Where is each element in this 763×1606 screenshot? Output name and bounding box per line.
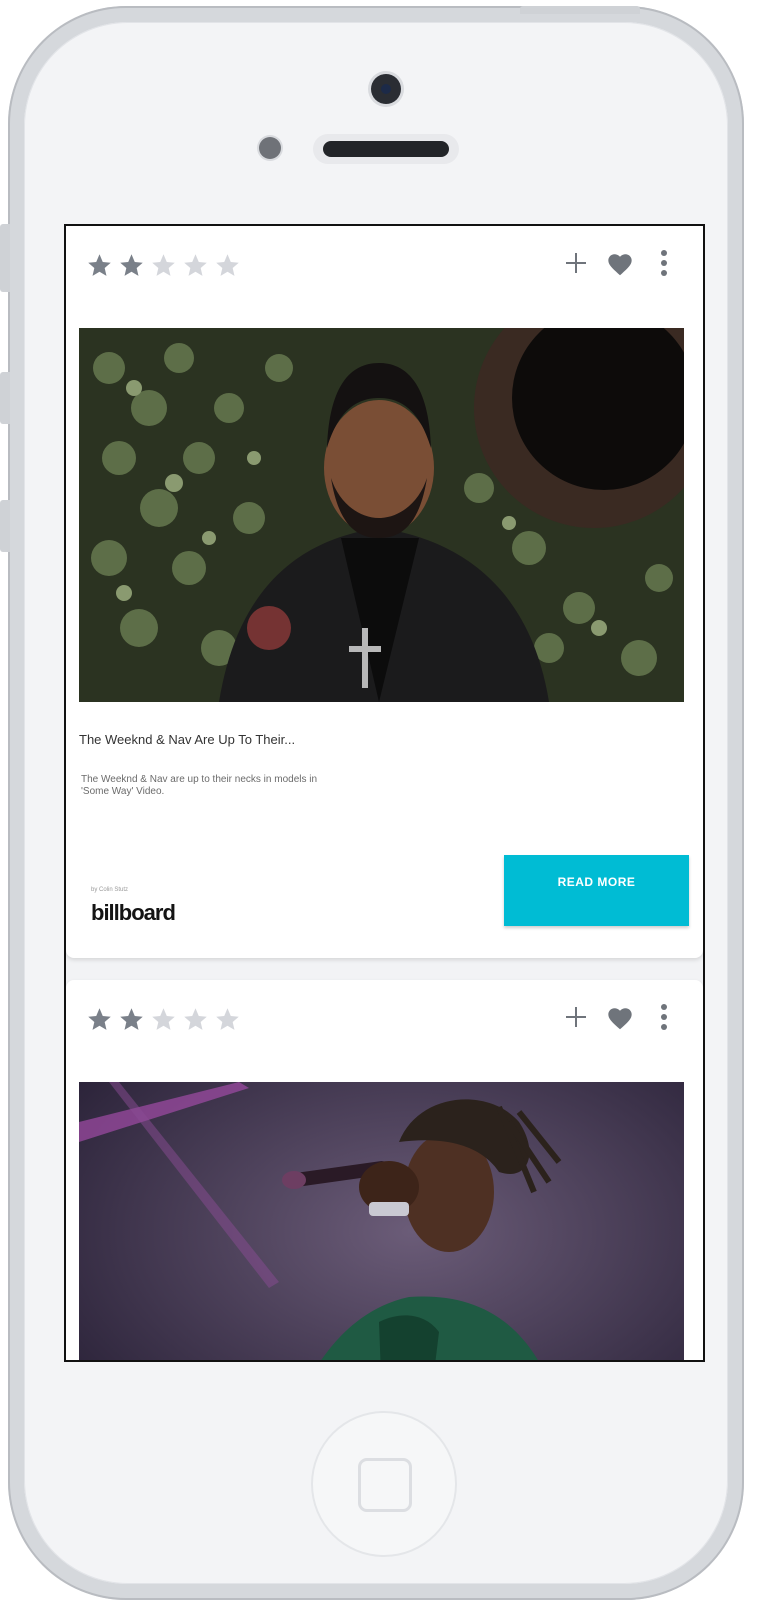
star-icon[interactable] [182, 1006, 209, 1033]
front-camera [371, 74, 401, 104]
article-byline: by Colin Stutz [91, 887, 129, 893]
favorite-button[interactable] [605, 1002, 635, 1032]
article-description: The Weeknd & Nav are up to their necks i… [81, 774, 318, 797]
more-vertical-icon [661, 1004, 667, 1030]
volume-down-button [0, 500, 10, 552]
more-options-button[interactable] [649, 248, 679, 278]
heart-icon [608, 254, 632, 276]
star-icon[interactable] [86, 1006, 113, 1033]
heart-icon [608, 1008, 632, 1030]
star-rating[interactable] [86, 252, 241, 279]
star-rating[interactable] [86, 1006, 241, 1033]
earpiece-speaker [313, 134, 459, 164]
more-options-button[interactable] [649, 1002, 679, 1032]
star-icon[interactable] [214, 1006, 241, 1033]
proximity-sensor [259, 137, 281, 159]
star-icon[interactable] [150, 1006, 177, 1033]
volume-up-button [0, 372, 10, 424]
article-title[interactable]: The Weeknd & Nav Are Up To Their... [79, 732, 295, 747]
power-button [520, 6, 640, 14]
article-card [66, 980, 703, 1360]
add-button[interactable] [561, 248, 591, 278]
read-more-button[interactable]: READ MORE [504, 855, 689, 926]
more-vertical-icon [661, 250, 667, 276]
star-icon[interactable] [118, 252, 145, 279]
card-actions [561, 248, 679, 278]
card-actions [561, 1002, 679, 1032]
star-icon[interactable] [150, 252, 177, 279]
star-icon[interactable] [214, 252, 241, 279]
favorite-button[interactable] [605, 248, 635, 278]
star-icon[interactable] [182, 252, 209, 279]
article-image[interactable] [79, 328, 684, 702]
source-logo: billboard [91, 900, 176, 925]
app-screen: The Weeknd & Nav Are Up To Their... The … [64, 224, 705, 1362]
add-button[interactable] [561, 1002, 591, 1032]
home-button[interactable] [311, 1411, 457, 1557]
volume-switch [0, 224, 10, 292]
article-card: The Weeknd & Nav Are Up To Their... The … [66, 226, 703, 958]
star-icon[interactable] [86, 252, 113, 279]
article-image[interactable] [79, 1082, 684, 1360]
plus-icon [566, 1007, 586, 1027]
plus-icon [566, 253, 586, 273]
star-icon[interactable] [118, 1006, 145, 1033]
